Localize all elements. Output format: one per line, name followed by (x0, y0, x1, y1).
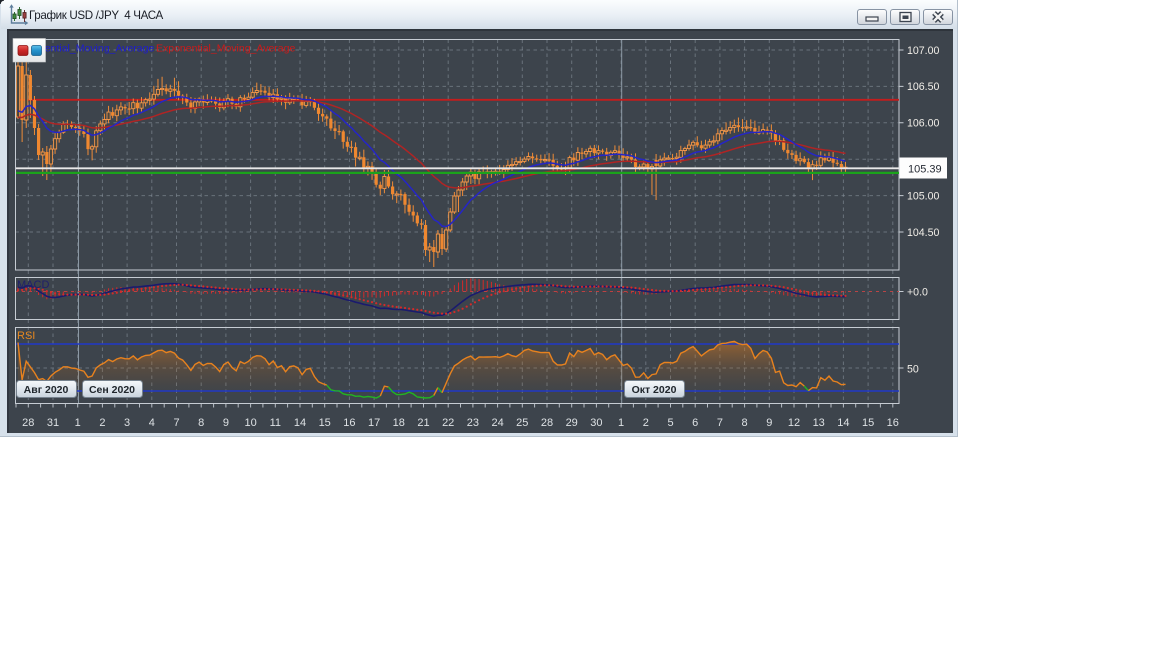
svg-text:10: 10 (244, 417, 256, 429)
svg-text:9: 9 (223, 417, 229, 429)
svg-text:Exponential_Moving_Average: Exponential_Moving_Average (156, 42, 295, 54)
svg-text:50: 50 (907, 364, 919, 376)
svg-text:22: 22 (442, 417, 454, 429)
svg-text:5: 5 (667, 417, 673, 429)
svg-text:16: 16 (887, 417, 899, 429)
svg-text:104.50: 104.50 (907, 227, 940, 239)
svg-text:13: 13 (813, 417, 825, 429)
svg-text:31: 31 (47, 417, 59, 429)
svg-text:29: 29 (566, 417, 578, 429)
svg-text:7: 7 (173, 417, 179, 429)
svg-text:1: 1 (618, 417, 624, 429)
svg-text:105.00: 105.00 (907, 190, 940, 202)
svg-text:15: 15 (862, 417, 874, 429)
svg-text:9: 9 (766, 417, 772, 429)
svg-text:Сен 2020: Сен 2020 (89, 384, 135, 396)
svg-text:2: 2 (643, 417, 649, 429)
svg-text:Окт 2020: Окт 2020 (632, 384, 677, 396)
svg-text:6: 6 (692, 417, 698, 429)
svg-text:+0.0: +0.0 (907, 287, 928, 299)
svg-text:28: 28 (22, 417, 34, 429)
svg-text:7: 7 (717, 417, 723, 429)
svg-text:14: 14 (837, 417, 849, 429)
svg-text:17: 17 (368, 417, 380, 429)
svg-text:18: 18 (393, 417, 405, 429)
svg-text:4: 4 (149, 417, 155, 429)
svg-text:8: 8 (742, 417, 748, 429)
svg-text:8: 8 (198, 417, 204, 429)
svg-text:3: 3 (124, 417, 130, 429)
svg-text:1: 1 (75, 417, 81, 429)
svg-text:106.00: 106.00 (907, 118, 940, 130)
svg-text:24: 24 (491, 417, 503, 429)
svg-text:12: 12 (788, 417, 800, 429)
svg-text:2: 2 (99, 417, 105, 429)
svg-text:14: 14 (294, 417, 306, 429)
svg-text:25: 25 (516, 417, 528, 429)
svg-text:30: 30 (590, 417, 602, 429)
svg-text:Авг 2020: Авг 2020 (24, 384, 69, 396)
svg-text:15: 15 (319, 417, 331, 429)
svg-text:23: 23 (467, 417, 479, 429)
svg-text:28: 28 (541, 417, 553, 429)
svg-text:11: 11 (270, 417, 281, 429)
svg-text:16: 16 (343, 417, 355, 429)
svg-text:105.39: 105.39 (908, 164, 942, 176)
svg-text:RSI: RSI (17, 330, 35, 342)
svg-text:107.00: 107.00 (907, 45, 940, 57)
svg-text:MACD: MACD (17, 279, 49, 291)
svg-text:21: 21 (417, 417, 429, 429)
svg-text:106.50: 106.50 (907, 81, 940, 93)
